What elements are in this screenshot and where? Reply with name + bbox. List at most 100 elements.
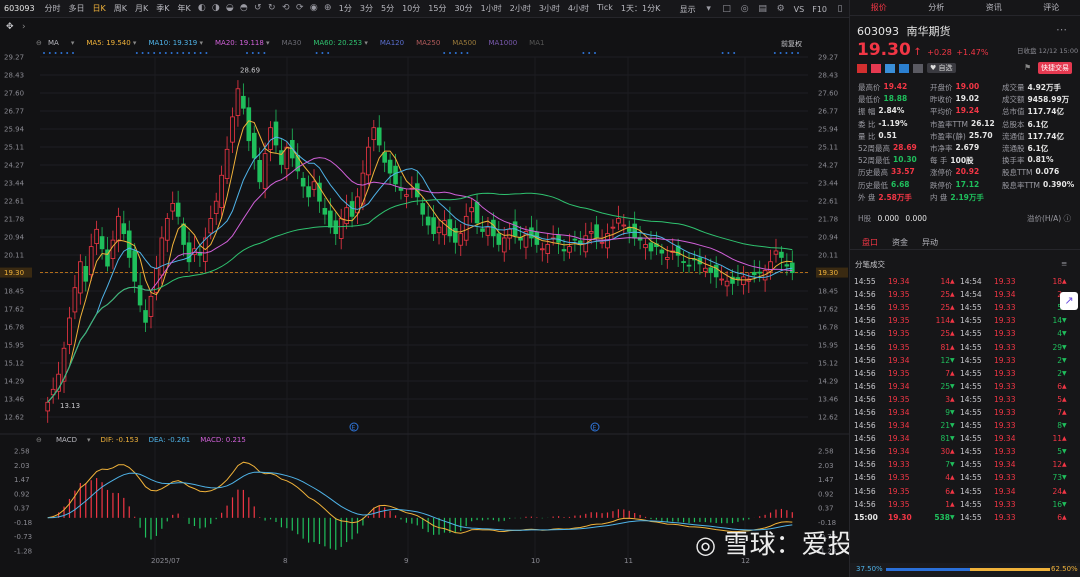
tick-cell: 7 bbox=[945, 460, 950, 470]
tool-icon-3[interactable]: ◓ bbox=[239, 3, 249, 13]
gear-icon[interactable]: ⚙ bbox=[776, 4, 786, 14]
period-7[interactable]: 1分 bbox=[335, 3, 356, 14]
period-4[interactable]: 月K bbox=[131, 3, 152, 14]
layout-icon[interactable]: ▤ bbox=[758, 4, 768, 14]
candle-body bbox=[518, 237, 523, 241]
direction-arrow-icon: ▼ bbox=[950, 435, 955, 443]
period-15[interactable]: 3小时 bbox=[535, 3, 564, 14]
quote-cell: 52周最高 28.69 bbox=[858, 143, 930, 155]
panel-tab-0[interactable]: 报价 bbox=[850, 0, 908, 15]
period-1[interactable]: 多日 bbox=[65, 3, 89, 14]
quote-label: 内 盘 bbox=[930, 192, 948, 202]
period-18[interactable]: 1天：1分K bbox=[617, 3, 664, 14]
current-price-tag-text: 19.30 bbox=[818, 269, 838, 277]
event-dot bbox=[153, 52, 156, 54]
period-13[interactable]: 1小时 bbox=[477, 3, 506, 14]
event-dot bbox=[246, 52, 248, 54]
f10-button[interactable]: F10 bbox=[812, 5, 827, 14]
ticks-menu-icon[interactable]: ≡ bbox=[1061, 259, 1067, 268]
h-share-label: H股 bbox=[858, 214, 872, 223]
event-marker-text: E bbox=[352, 425, 356, 432]
panel-tab-2[interactable]: 资讯 bbox=[965, 0, 1023, 15]
macd-item-label: DEA: bbox=[148, 436, 166, 444]
chevron-down-icon[interactable]: ▾ bbox=[704, 4, 714, 14]
tool-icon-2[interactable]: ◒ bbox=[225, 3, 235, 13]
period-16[interactable]: 4小时 bbox=[564, 3, 593, 14]
candle-body bbox=[632, 223, 637, 239]
quote-row: 历史最低 6.68 跌停价 17.12 股息率TTM 0.390% bbox=[858, 180, 1076, 192]
event-dot bbox=[797, 52, 799, 54]
period-11[interactable]: 15分 bbox=[424, 3, 450, 14]
macd-tick-left: 2.03 bbox=[14, 462, 30, 470]
event-dot bbox=[182, 52, 185, 54]
bell-icon[interactable]: ⚑ bbox=[1024, 63, 1031, 72]
tool-icon-9[interactable]: ⊕ bbox=[323, 3, 333, 13]
candle-body bbox=[735, 277, 741, 280]
period-10[interactable]: 10分 bbox=[398, 3, 424, 14]
sub-tab-2[interactable]: 异动 bbox=[922, 236, 938, 249]
square-icon[interactable]: □ bbox=[722, 4, 732, 14]
y-tick-left: 21.78 bbox=[4, 216, 24, 224]
period-selector: 分时 多日 日K 周K 月K 季K 年K ◐ ◑ ◒ ◓ ↺ ↻ ⟲ ⟳ ◉ ⊕ 1分 3分 5分 10分 15分 30分 1… bbox=[41, 3, 665, 14]
quote-cell: 委 比 -1.19% bbox=[858, 119, 930, 131]
panel-tab-1[interactable]: 分析 bbox=[908, 0, 966, 15]
period-8[interactable]: 3分 bbox=[356, 3, 377, 14]
candle-body bbox=[643, 244, 648, 249]
quote-row: 历史最高 33.57 涨停价 20.92 股息TTM 0.076 bbox=[858, 167, 1076, 179]
tool-icon-8[interactable]: ◉ bbox=[309, 3, 319, 13]
tick-row: 14:5619.3525▲14:5519.335▼ bbox=[854, 301, 1078, 314]
tick-cell: 14:56 bbox=[854, 499, 876, 509]
tool-icon-5[interactable]: ↻ bbox=[267, 3, 277, 13]
premium-text: 溢价(H/A) bbox=[1027, 214, 1062, 223]
panel-toggle-icon[interactable]: ▯ bbox=[835, 4, 845, 14]
candle-body bbox=[556, 234, 561, 243]
tick-cell: 19.34 bbox=[888, 355, 910, 365]
quote-cell: 52周最低 10.30 bbox=[858, 155, 930, 167]
tick-cell: 14:56 bbox=[854, 394, 876, 404]
macd-item-value: 0.215 bbox=[223, 436, 246, 444]
panel-tab-3[interactable]: 评论 bbox=[1023, 0, 1080, 15]
tool-icon-4[interactable]: ↺ bbox=[253, 3, 263, 13]
quick-trade-button[interactable]: 快捷交易 bbox=[1038, 62, 1072, 74]
collapse-icon[interactable]: ⊖ bbox=[36, 436, 42, 444]
share-icon[interactable]: ↗ bbox=[1060, 292, 1078, 310]
period-12[interactable]: 30分 bbox=[450, 3, 476, 14]
candle-body bbox=[132, 250, 137, 282]
period-17[interactable]: Tick bbox=[593, 3, 617, 14]
period-14[interactable]: 2小时 bbox=[506, 3, 535, 14]
self-select-button[interactable]: ♥ 自选 bbox=[927, 63, 956, 73]
candle-body bbox=[224, 148, 230, 179]
direction-arrow-icon: ▼ bbox=[950, 356, 955, 364]
current-price: 19.30 bbox=[857, 40, 911, 60]
period-0[interactable]: 分时 bbox=[41, 3, 65, 14]
tool-icon-7[interactable]: ⟳ bbox=[295, 3, 305, 13]
quote-cell: 股息TTM 0.076 bbox=[1002, 167, 1074, 179]
chevron-down-icon[interactable]: ▾ bbox=[87, 436, 91, 447]
vs-button[interactable]: VS bbox=[794, 5, 805, 14]
tick-cell: 14 bbox=[940, 277, 950, 287]
tool-icon-1[interactable]: ◑ bbox=[211, 3, 221, 13]
watermark-logo-icon: ◎ bbox=[695, 531, 724, 559]
tool-icon-6[interactable]: ⟲ bbox=[281, 3, 291, 13]
tick-cell: 19.34 bbox=[994, 434, 1016, 444]
tick-cell: 14:55 bbox=[960, 355, 982, 365]
tool-icon-0[interactable]: ◐ bbox=[197, 3, 207, 13]
candle-body bbox=[338, 218, 344, 239]
period-9[interactable]: 5分 bbox=[377, 3, 398, 14]
sub-tab-1[interactable]: 资金 bbox=[892, 236, 908, 249]
period-2[interactable]: 日K bbox=[89, 3, 110, 14]
camera-icon[interactable]: ◎ bbox=[740, 4, 750, 14]
more-icon[interactable]: ⋯ bbox=[1056, 23, 1067, 36]
quote-cell: 历史最高 33.57 bbox=[858, 167, 930, 179]
event-dot bbox=[327, 52, 330, 54]
display-menu[interactable]: 显示 bbox=[680, 4, 696, 15]
period-3[interactable]: 周K bbox=[110, 3, 131, 14]
period-5[interactable]: 季K bbox=[152, 3, 173, 14]
sub-tab-0[interactable]: 盘口 bbox=[862, 236, 878, 249]
period-6[interactable]: 年K bbox=[174, 3, 195, 14]
quote-value: 25.70 bbox=[968, 130, 993, 140]
info-icon[interactable]: ⓘ bbox=[1064, 214, 1072, 223]
tick-cell: 14:56 bbox=[854, 421, 876, 431]
kline-chart-area[interactable]: ✥ › ⊖ MA ▾ MA5: 19.540 ▾ MA10: 19.319 ▾ MA… bbox=[0, 19, 984, 577]
candle-body bbox=[648, 242, 654, 252]
